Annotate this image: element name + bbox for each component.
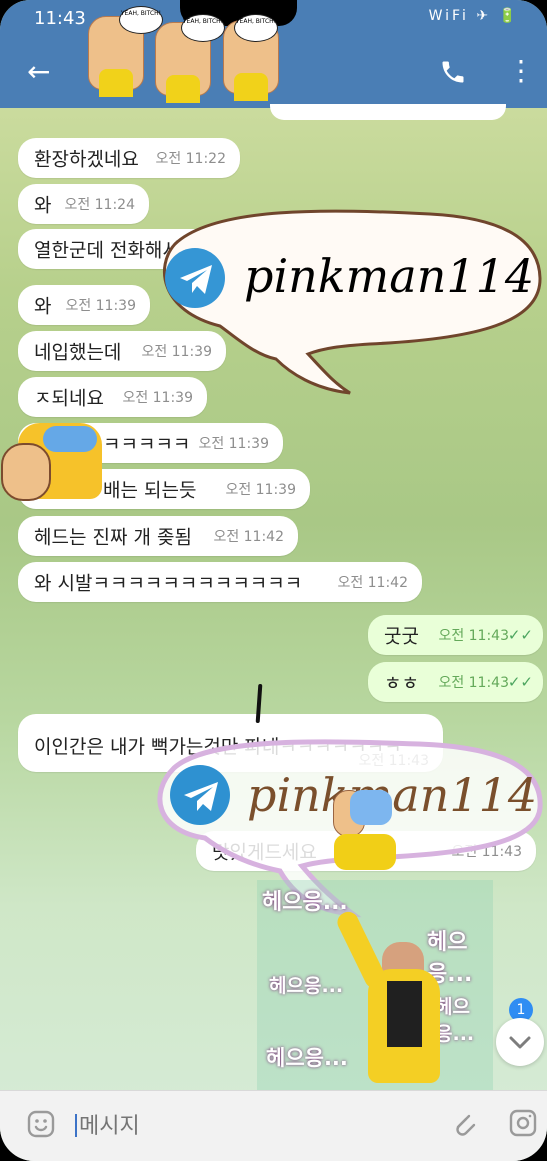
more-options-button[interactable]: ⋮ <box>507 57 535 86</box>
incoming-message[interactable]: ㅈ되네요 오전 11:39 <box>18 377 207 417</box>
message-text: 맛있게드세요 <box>212 841 317 864</box>
speech-bubble-sticker: YEAH, BITCH! <box>234 14 278 42</box>
camera-icon[interactable] <box>508 1108 538 1138</box>
speech-bubble-sticker: YEAH, BITCH! <box>181 14 225 42</box>
message-text: ㅋㅋㅋㅋㅋ <box>103 433 191 456</box>
message-text: 네입했는데 <box>34 341 122 364</box>
outgoing-message[interactable]: 굿굿 오전 11:43 ✓✓ <box>368 615 543 655</box>
message-time: 오전 11:39 <box>225 482 296 498</box>
message-time: 오전 11:42 <box>337 575 408 591</box>
paperclip-icon[interactable] <box>448 1108 480 1140</box>
speech-bubble-sticker: YEAH, BITCH! <box>119 6 163 34</box>
sticker-caption: 헤으응... <box>269 975 344 997</box>
message-time: 오전 11:42 <box>213 529 284 545</box>
message-time: 오전 11:43 <box>451 844 522 860</box>
message-composer <box>0 1090 547 1161</box>
message-time: 오전 11:39 <box>122 390 193 406</box>
pinkman-mini-sticker <box>330 785 400 870</box>
message-time: 오전 11:22 <box>155 151 226 167</box>
outgoing-message[interactable]: ㅎㅎ 오전 11:43 ✓✓ <box>368 662 543 702</box>
message-time: 오전 11:24 <box>64 197 135 213</box>
header-sticker-group: YEAH, BITCH! YEAH, BITCH! YEAH, BITCH! <box>88 6 288 112</box>
incoming-message[interactable]: 헤드는 진짜 개 좆됨 오전 11:42 <box>18 516 298 556</box>
message-time: 오전 11:39 <box>141 344 212 360</box>
phone-icon[interactable] <box>439 58 467 86</box>
incoming-message[interactable]: 이인간은 내가 뻑가는것만 파네ㅋㅋㅋㅋㅋㅋㅋ 오전 11:43 <box>18 714 443 772</box>
pinkman-left-sticker <box>0 418 104 502</box>
message-text: 와 <box>34 295 52 318</box>
message-text: 헤드는 진짜 개 좆됨 <box>34 526 192 549</box>
read-check-icon: ✓✓ <box>507 673 533 691</box>
partial-top-message <box>270 104 506 120</box>
incoming-message[interactable]: 네입했는데 오전 11:39 <box>18 331 226 371</box>
message-text: 와 시발ㅋㅋㅋㅋㅋㅋㅋㅋㅋㅋㅋㅋ <box>34 572 303 595</box>
back-button[interactable]: ← <box>27 58 55 86</box>
chevron-down-icon <box>509 1036 531 1049</box>
message-text: 환장하겠네요 <box>34 148 139 171</box>
incoming-message[interactable]: 와 오전 11:39 <box>18 285 150 325</box>
scroll-down-button[interactable] <box>496 1018 544 1066</box>
emoji-icon[interactable] <box>27 1110 55 1138</box>
incoming-message[interactable]: 와 오전 11:24 <box>18 184 149 224</box>
composer-divider <box>0 1090 547 1091</box>
message-time: 오전 11:39 <box>65 298 136 314</box>
read-check-icon: ✓✓ <box>507 626 533 644</box>
message-text: ㅈ되네요 <box>34 387 104 410</box>
message-time: 오전 11:43 <box>358 753 429 769</box>
incoming-message[interactable]: 환장하겠네요 오전 11:22 <box>18 138 240 178</box>
status-time: 11:43 <box>34 8 86 29</box>
message-time: 오전 11:43 <box>438 675 509 691</box>
message-input[interactable] <box>77 1106 411 1146</box>
message-text: ㅎㅎ <box>384 672 419 695</box>
incoming-message[interactable]: 열한군데 전화해서 거우 찾음 오전 11:24 <box>18 229 373 269</box>
dancing-man-sticker <box>334 908 460 1086</box>
message-text: 이인간은 내가 뻑가는것만 파네ㅋㅋㅋㅋㅋㅋㅋ <box>34 736 402 758</box>
message-text: 열한군데 전화해서 거우 찾음 <box>34 239 262 262</box>
chat-screen: 11:43 WiFi ✈ 🔋 ← ⋮ YEAH, BITCH! YEAH, BI… <box>0 0 547 1161</box>
sticker-caption: 헤으응... <box>266 1046 348 1070</box>
message-text: 배는 되는듯 <box>103 479 197 502</box>
message-text: 와 <box>34 194 52 217</box>
incoming-message[interactable]: 와 시발ㅋㅋㅋㅋㅋㅋㅋㅋㅋㅋㅋㅋ 오전 11:42 <box>18 562 422 602</box>
status-icons: WiFi ✈ 🔋 <box>428 8 519 24</box>
message-time: 오전 11:43 <box>438 628 509 644</box>
message-time: 오전 11:39 <box>198 436 269 452</box>
message-text: 굿굿 <box>384 625 419 648</box>
sticker-caption: 헤으응... <box>262 890 348 915</box>
message-time: 오전 11:24 <box>288 242 359 258</box>
